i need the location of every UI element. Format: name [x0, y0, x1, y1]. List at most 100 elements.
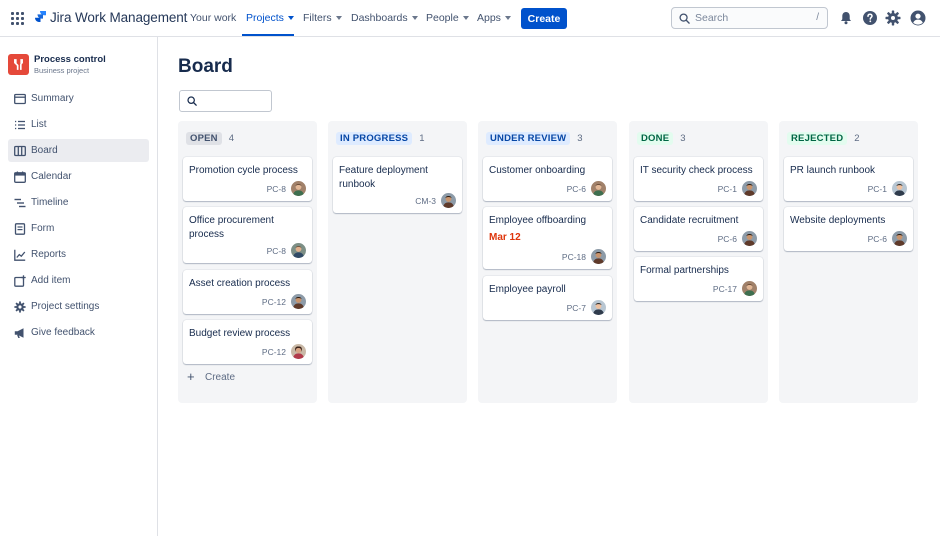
column-issue-count: 3	[577, 133, 583, 144]
project-avatar[interactable]	[8, 54, 29, 75]
nav-people[interactable]: People	[426, 12, 469, 24]
sidebar-item-board[interactable]: Board	[8, 139, 149, 162]
issue-card[interactable]: Promotion cycle process PC-8	[183, 157, 312, 201]
search-icon	[679, 12, 690, 24]
card-title: Promotion cycle process	[189, 165, 298, 176]
gear-icon	[14, 300, 26, 313]
column-header[interactable]: DONE 3	[637, 132, 686, 145]
assignee-avatar[interactable]	[591, 181, 606, 196]
card-title: Formal partnerships	[640, 265, 729, 276]
sidebar-item-list[interactable]: List	[8, 113, 149, 136]
board-column-open: OPEN 4 Promotion cycle process PC-8 Offi…	[178, 121, 317, 403]
board-column-rejected: REJECTED 2 PR launch runbook PC-1 Websit…	[779, 121, 918, 403]
active-nav-indicator	[242, 34, 294, 36]
issue-card[interactable]: Website deployments PC-6	[784, 207, 913, 251]
column-status-lozenge: IN PROGRESS	[336, 132, 413, 145]
sidebar-item-project-settings[interactable]: Project settings	[8, 295, 149, 318]
sidebar-item-give-feedback[interactable]: Give feedback	[8, 321, 149, 344]
bell-icon[interactable]	[838, 10, 854, 26]
column-status-lozenge: OPEN	[186, 132, 222, 145]
search-input[interactable]	[695, 12, 810, 24]
issue-card[interactable]: IT security check process PC-1	[634, 157, 763, 201]
project-name[interactable]: Process control	[34, 54, 106, 65]
nav-your-work[interactable]: Your work	[190, 12, 236, 24]
board-column-under-review: UNDER REVIEW 3 Customer onboarding PC-6 …	[478, 121, 617, 403]
board-search[interactable]	[179, 90, 272, 112]
card-title: Budget review process	[189, 328, 291, 339]
sidebar-item-form[interactable]: Form	[8, 217, 149, 240]
issue-card[interactable]: Feature deployment runbook CM-3	[333, 157, 462, 213]
app-switcher-icon[interactable]	[11, 12, 24, 25]
column-header[interactable]: OPEN 4	[186, 132, 234, 145]
create-issue-button[interactable]: + Create	[187, 370, 235, 383]
issue-card[interactable]: Employee payroll PC-7	[483, 276, 612, 320]
board-search-input[interactable]	[201, 95, 271, 107]
add-item-icon	[14, 274, 26, 287]
chevron-down-icon	[335, 16, 342, 21]
issue-card[interactable]: Candidate recruitment PC-6	[634, 207, 763, 251]
sidebar-item-calendar[interactable]: Calendar	[8, 165, 149, 188]
jira-logo[interactable]: Jira Work Management	[35, 10, 187, 25]
card-title: IT security check process	[640, 165, 753, 176]
project-sidebar: Process control Business project Summary…	[0, 37, 158, 536]
assignee-avatar[interactable]	[742, 181, 757, 196]
nav-apps[interactable]: Apps	[477, 12, 511, 24]
card-title: Employee offboarding	[489, 215, 587, 226]
issue-card[interactable]: Office procurement process PC-8	[183, 207, 312, 263]
card-title: Feature deployment runbook	[339, 165, 428, 190]
assignee-avatar[interactable]	[291, 243, 306, 258]
card-title: Candidate recruitment	[640, 215, 739, 226]
column-header[interactable]: IN PROGRESS 1	[336, 132, 424, 145]
assignee-avatar[interactable]	[591, 300, 606, 315]
card-title: Asset creation process	[189, 278, 291, 289]
issue-card[interactable]: PR launch runbook PC-1	[784, 157, 913, 201]
list-icon	[15, 120, 25, 129]
nav-projects[interactable]: Projects	[246, 12, 294, 24]
issue-card[interactable]: Employee offboarding Mar 12 PC-18	[483, 207, 612, 269]
issue-key: PC-12	[261, 347, 286, 357]
board-column-in-progress: IN PROGRESS 1 Feature deployment runbook…	[328, 121, 467, 403]
issue-card[interactable]: Customer onboarding PC-6	[483, 157, 612, 201]
issue-key: PC-7	[566, 303, 586, 313]
card-title: Website deployments	[790, 215, 886, 226]
page-title: Board	[178, 56, 233, 77]
create-button[interactable]: Create	[521, 8, 567, 29]
column-issue-count: 1	[419, 133, 425, 144]
calendar-icon	[14, 171, 26, 183]
column-header[interactable]: REJECTED 2	[787, 132, 860, 145]
issue-key: PC-18	[561, 252, 586, 262]
sidebar-item-summary[interactable]: Summary	[8, 87, 149, 110]
assignee-avatar[interactable]	[742, 231, 757, 246]
nav-filters[interactable]: Filters	[303, 12, 342, 24]
assignee-avatar[interactable]	[441, 193, 456, 208]
issue-card[interactable]: Budget review process PC-12	[183, 320, 312, 364]
assignee-avatar[interactable]	[291, 294, 306, 309]
issue-card[interactable]: Asset creation process PC-12	[183, 270, 312, 314]
assignee-avatar[interactable]	[291, 344, 306, 359]
column-status-lozenge: REJECTED	[787, 132, 848, 145]
chevron-down-icon	[411, 16, 418, 21]
column-status-lozenge: UNDER REVIEW	[486, 132, 571, 145]
issue-key: PC-8	[266, 246, 286, 256]
issue-key: PC-1	[717, 184, 737, 194]
assignee-avatar[interactable]	[291, 181, 306, 196]
issue-key: CM-3	[415, 196, 436, 206]
sidebar-item-timeline[interactable]: Timeline	[8, 191, 149, 214]
nav-dashboards[interactable]: Dashboards	[351, 12, 418, 24]
due-date: Mar 12	[489, 232, 521, 243]
help-icon[interactable]	[862, 10, 878, 26]
project-type: Business project	[34, 66, 90, 75]
issue-card[interactable]: Formal partnerships PC-17	[634, 257, 763, 301]
assignee-avatar[interactable]	[892, 231, 907, 246]
column-header[interactable]: UNDER REVIEW 3	[486, 132, 583, 145]
sidebar-item-reports[interactable]: Reports	[8, 243, 149, 266]
card-title: Office procurement process	[189, 215, 274, 240]
gear-icon[interactable]	[885, 10, 901, 26]
profile-avatar-icon[interactable]	[910, 10, 926, 26]
assignee-avatar[interactable]	[892, 181, 907, 196]
assignee-avatar[interactable]	[742, 281, 757, 296]
global-search[interactable]: /	[671, 7, 828, 29]
assignee-avatar[interactable]	[591, 249, 606, 264]
timeline-icon	[14, 198, 26, 207]
sidebar-item-add-item[interactable]: Add item	[8, 269, 149, 292]
